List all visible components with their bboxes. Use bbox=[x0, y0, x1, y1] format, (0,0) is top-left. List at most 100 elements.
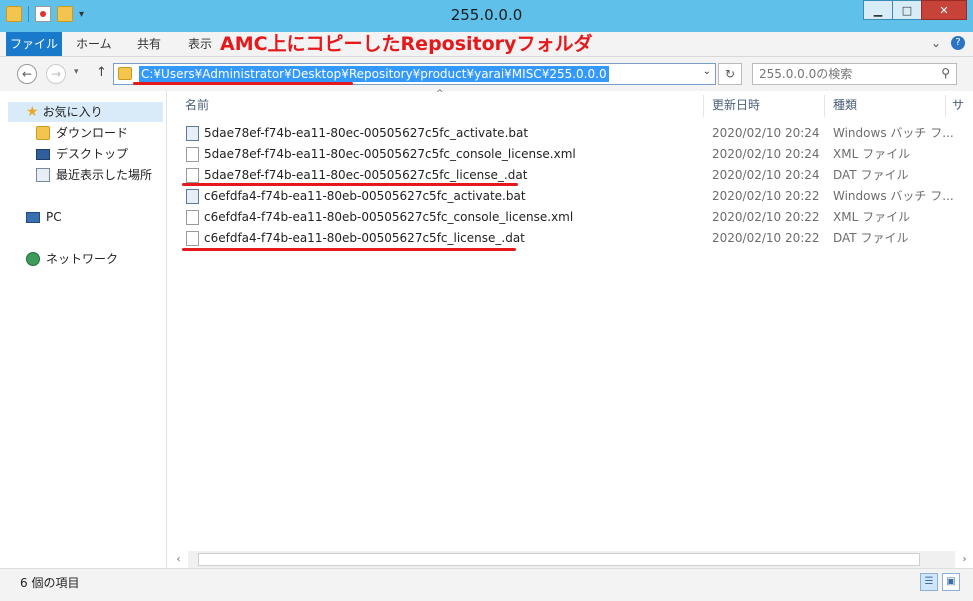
forward-arrow-icon: → bbox=[50, 67, 62, 81]
close-button[interactable]: ✕ bbox=[921, 0, 967, 20]
desktop-icon bbox=[36, 148, 50, 160]
sidebar-item-favorites[interactable]: ★ お気に入り bbox=[8, 102, 163, 122]
back-arrow-icon: ← bbox=[21, 67, 33, 81]
chevron-down-icon[interactable]: ⌄ bbox=[931, 36, 941, 50]
sidebar-item-label: ネットワーク bbox=[46, 252, 119, 266]
table-row[interactable]: 5dae78ef-f74b-ea11-80ec-00505627c5fc_act… bbox=[182, 123, 972, 144]
sidebar-item-downloads[interactable]: ダウンロード bbox=[36, 123, 128, 143]
status-bar: 6 個の項目 ☰ ▣ bbox=[0, 568, 973, 601]
file-icon bbox=[186, 147, 199, 162]
large-icons-view-icon: ▣ bbox=[946, 576, 956, 587]
file-type: XML ファイル bbox=[833, 210, 911, 224]
search-box[interactable]: ⚲ bbox=[752, 63, 957, 85]
column-header-name[interactable]: 名前 bbox=[185, 95, 209, 115]
large-icons-view-button[interactable]: ▣ bbox=[942, 573, 960, 591]
sidebar-item-label: 最近表示した場所 bbox=[56, 168, 153, 182]
address-underline-annotation bbox=[133, 82, 353, 85]
minimize-button[interactable]: ▁ bbox=[863, 0, 893, 20]
window-title: 255.0.0.0 bbox=[450, 6, 523, 24]
maximize-button[interactable]: □ bbox=[892, 0, 922, 20]
tab-share[interactable]: 共有 bbox=[137, 32, 161, 56]
file-type: Windows バッチ フ... bbox=[833, 189, 954, 203]
sidebar-item-desktop[interactable]: デスクトップ bbox=[36, 144, 128, 164]
chevron-down-icon[interactable]: ⌄ bbox=[703, 66, 711, 77]
scroll-track[interactable] bbox=[188, 551, 955, 568]
details-view-button[interactable]: ☰ bbox=[920, 573, 938, 591]
close-icon: ✕ bbox=[939, 3, 949, 17]
table-row[interactable]: c6efdfa4-f74b-ea11-80eb-00505627c5fc_act… bbox=[182, 186, 972, 207]
batch-file-icon bbox=[186, 189, 199, 204]
column-divider[interactable] bbox=[703, 95, 704, 117]
file-name: 5dae78ef-f74b-ea11-80ec-00505627c5fc_con… bbox=[204, 147, 576, 161]
file-name: c6efdfa4-f74b-ea11-80eb-00505627c5fc_con… bbox=[204, 210, 574, 224]
minimize-icon: ▁ bbox=[873, 3, 883, 17]
file-date: 2020/02/10 20:22 bbox=[712, 189, 820, 203]
content-area: ★ お気に入り ダウンロード デスクトップ 最近表示した場所 PC ネットワーク… bbox=[0, 89, 973, 568]
horizontal-scrollbar[interactable]: ‹ › bbox=[170, 551, 973, 568]
item-count: 6 個の項目 bbox=[20, 576, 80, 590]
star-icon: ★ bbox=[26, 104, 39, 120]
column-divider[interactable] bbox=[945, 95, 946, 117]
file-underline-annotation bbox=[182, 248, 516, 251]
tab-view[interactable]: 表示 bbox=[188, 32, 212, 56]
recent-places-icon bbox=[36, 168, 50, 182]
file-date: 2020/02/10 20:24 bbox=[712, 126, 820, 140]
batch-file-icon bbox=[186, 126, 199, 141]
column-header-type[interactable]: 種類 bbox=[833, 95, 857, 115]
address-path[interactable]: C:¥Users¥Administrator¥Desktop¥Repositor… bbox=[139, 66, 609, 82]
column-divider[interactable] bbox=[824, 95, 825, 117]
table-row[interactable]: c6efdfa4-f74b-ea11-80eb-00505627c5fc_lic… bbox=[182, 228, 972, 249]
title-bar: ▾ 255.0.0.0 ▁ □ ✕ bbox=[0, 0, 973, 32]
folder-icon bbox=[118, 67, 132, 80]
sidebar-item-label: ダウンロード bbox=[56, 126, 129, 140]
file-type: XML ファイル bbox=[833, 147, 911, 161]
file-icon bbox=[186, 168, 199, 183]
sidebar-item-recent[interactable]: 最近表示した場所 bbox=[36, 165, 152, 185]
file-name: 5dae78ef-f74b-ea11-80ec-00505627c5fc_act… bbox=[204, 126, 529, 140]
scroll-thumb[interactable] bbox=[198, 553, 920, 566]
column-header-modified[interactable]: 更新日時 bbox=[712, 95, 760, 115]
pc-icon bbox=[26, 211, 40, 223]
file-date: 2020/02/10 20:24 bbox=[712, 147, 820, 161]
sort-ascending-icon: ^ bbox=[436, 89, 444, 99]
ribbon-right-controls: ⌄ ? bbox=[931, 36, 965, 50]
window-controls: ▁ □ ✕ bbox=[863, 0, 967, 20]
sidebar-item-pc[interactable]: PC bbox=[26, 207, 62, 227]
tab-home[interactable]: ホーム bbox=[76, 32, 112, 56]
file-type: Windows バッチ フ... bbox=[833, 126, 954, 140]
file-type: DAT ファイル bbox=[833, 168, 909, 182]
search-icon[interactable]: ⚲ bbox=[941, 66, 950, 80]
tab-file[interactable]: ファイル bbox=[6, 32, 62, 56]
table-row[interactable]: c6efdfa4-f74b-ea11-80eb-00505627c5fc_con… bbox=[182, 207, 972, 228]
sidebar-item-label: PC bbox=[46, 210, 62, 224]
file-list: ^ 名前 更新日時 種類 サ 5dae78ef-f74b-ea11-80ec-0… bbox=[170, 89, 973, 568]
file-icon bbox=[186, 210, 199, 225]
help-icon[interactable]: ? bbox=[951, 36, 965, 50]
annotation-title: AMC上にコピーしたRepositoryフォルダ bbox=[220, 33, 593, 55]
file-date: 2020/02/10 20:24 bbox=[712, 168, 820, 182]
forward-button[interactable]: → bbox=[46, 64, 66, 84]
scroll-right-icon[interactable]: › bbox=[956, 551, 973, 568]
recent-locations-chevron-icon[interactable]: ▾ bbox=[74, 67, 79, 77]
file-date: 2020/02/10 20:22 bbox=[712, 210, 820, 224]
network-icon bbox=[26, 252, 40, 266]
search-input[interactable] bbox=[759, 66, 929, 82]
download-folder-icon bbox=[36, 126, 50, 140]
back-button[interactable]: ← bbox=[17, 64, 37, 84]
column-header-size[interactable]: サ bbox=[952, 95, 964, 115]
file-date: 2020/02/10 20:22 bbox=[712, 231, 820, 245]
sidebar-item-network[interactable]: ネットワーク bbox=[26, 249, 118, 269]
scroll-left-icon[interactable]: ‹ bbox=[170, 551, 187, 568]
sidebar-item-label: お気に入り bbox=[42, 105, 103, 119]
navigation-bar: ← → ▾ ↑ C:¥Users¥Administrator¥Desktop¥R… bbox=[0, 57, 973, 91]
refresh-icon: ↻ bbox=[724, 67, 736, 81]
ribbon-tabs: ファイル ホーム 共有 表示 AMC上にコピーしたRepositoryフォルダ … bbox=[0, 32, 973, 57]
navigation-pane: ★ お気に入り ダウンロード デスクトップ 最近表示した場所 PC ネットワーク bbox=[0, 91, 167, 568]
file-icon bbox=[186, 231, 199, 246]
table-row[interactable]: 5dae78ef-f74b-ea11-80ec-00505627c5fc_con… bbox=[182, 144, 972, 165]
file-name: c6efdfa4-f74b-ea11-80eb-00505627c5fc_act… bbox=[204, 189, 526, 203]
explorer-window: ▾ 255.0.0.0 ▁ □ ✕ ファイル ホーム 共有 表示 AMC上にコピ… bbox=[0, 0, 973, 601]
file-type: DAT ファイル bbox=[833, 231, 909, 245]
up-arrow-icon[interactable]: ↑ bbox=[96, 65, 107, 80]
refresh-button[interactable]: ↻ bbox=[718, 63, 742, 85]
